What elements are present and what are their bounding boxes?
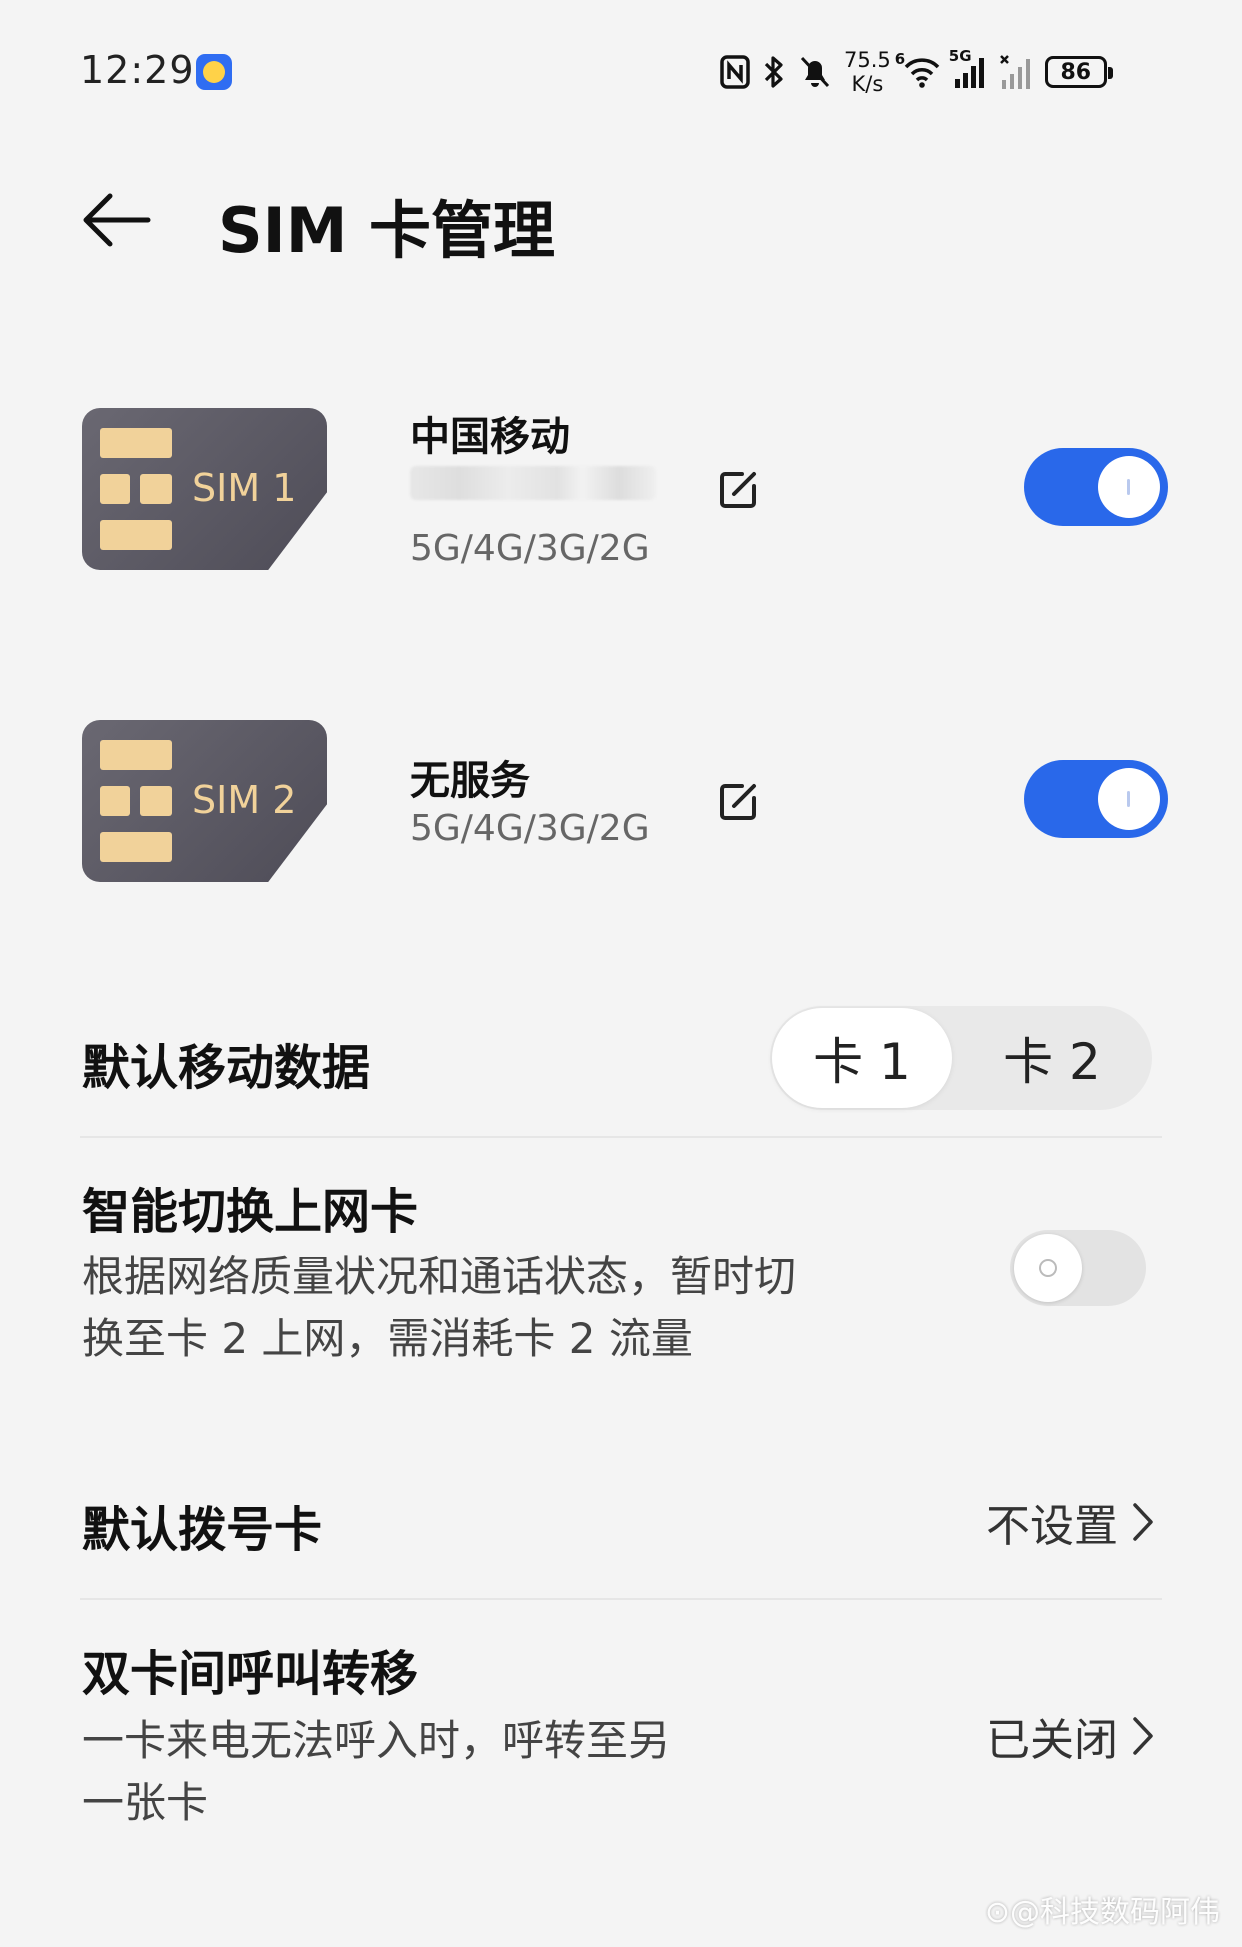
call-forward-title: 双卡间呼叫转移 <box>82 1646 419 1702</box>
smart-switch-toggle[interactable] <box>1010 1230 1146 1306</box>
call-forward-value: 已关闭 <box>986 1715 1118 1766</box>
watermark: ⊙@科技数码阿伟 <box>984 1895 1220 1930</box>
default-data-option-card1[interactable]: 卡 1 <box>772 1008 952 1108</box>
battery-icon: 86 <box>1044 56 1113 88</box>
call-forward-value-button[interactable]: 已关闭 <box>986 1704 1154 1768</box>
back-button[interactable] <box>80 180 170 260</box>
signal-badge: 5G <box>948 47 972 65</box>
edit-icon <box>720 472 756 508</box>
net-speed: 75.5 K/s <box>844 48 891 96</box>
wifi-badge: 6 <box>894 50 906 68</box>
wifi-status: 6 <box>895 50 941 88</box>
call-forward-desc-2: 一张卡 <box>82 1778 209 1827</box>
default-dial-value: 不设置 <box>986 1501 1118 1552</box>
sim1-card-image: SIM 1 <box>82 408 327 570</box>
net-speed-value: 75.5 <box>844 48 891 72</box>
sim1-toggle[interactable] <box>1024 448 1168 526</box>
call-forward-desc-1: 一卡来电无法呼入时，呼转至另 <box>82 1716 671 1765</box>
sim2-bands: 5G/4G/3G/2G <box>410 808 650 849</box>
weather-icon <box>196 54 232 90</box>
nfc-icon <box>720 55 750 89</box>
default-dial-value-button[interactable]: 不设置 <box>986 1490 1154 1554</box>
default-data-segmented: 卡 1 卡 2 <box>770 1006 1152 1110</box>
net-speed-unit: K/s <box>851 72 884 96</box>
cell-signal-1: 5G <box>949 47 987 89</box>
default-data-title: 默认移动数据 <box>82 1040 371 1096</box>
default-data-option-card2[interactable]: 卡 2 <box>962 1006 1142 1110</box>
no-signal-icon <box>999 55 1030 89</box>
chevron-right-icon <box>1133 1717 1153 1755</box>
sim2-toggle[interactable] <box>1024 760 1168 838</box>
sim1-card-label: SIM 1 <box>192 466 297 510</box>
sim1-edit-button[interactable] <box>716 466 762 512</box>
sim2-card-label: SIM 2 <box>192 778 297 822</box>
sim2-card-image: SIM 2 <box>82 720 327 882</box>
page-title: SIM 卡管理 <box>218 194 556 267</box>
sim2-edit-button[interactable] <box>716 778 762 824</box>
status-icons: 75.5 K/s 6 5G 86 <box>720 42 1113 102</box>
chevron-right-icon <box>1133 1503 1153 1541</box>
battery-level: 86 <box>1060 59 1092 85</box>
status-time: 12:29 <box>80 48 195 92</box>
wifi-icon <box>904 58 940 88</box>
sim1-bands: 5G/4G/3G/2G <box>410 528 650 569</box>
default-dial-title: 默认拨号卡 <box>82 1502 323 1558</box>
mute-bell-icon <box>800 56 830 88</box>
divider <box>80 1598 1162 1600</box>
back-arrow-icon <box>83 193 151 247</box>
sim1-carrier: 中国移动 <box>410 414 570 460</box>
bluetooth-icon <box>764 56 783 88</box>
smart-switch-desc-2: 换至卡 2 上网，需消耗卡 2 流量 <box>82 1314 693 1363</box>
smart-switch-title: 智能切换上网卡 <box>82 1184 419 1240</box>
sim1-number-redacted <box>410 466 656 500</box>
smart-switch-desc-1: 根据网络质量状况和通话状态，暂时切 <box>82 1252 797 1301</box>
divider <box>80 1136 1162 1138</box>
edit-icon <box>720 784 756 820</box>
sim2-carrier: 无服务 <box>410 758 530 804</box>
